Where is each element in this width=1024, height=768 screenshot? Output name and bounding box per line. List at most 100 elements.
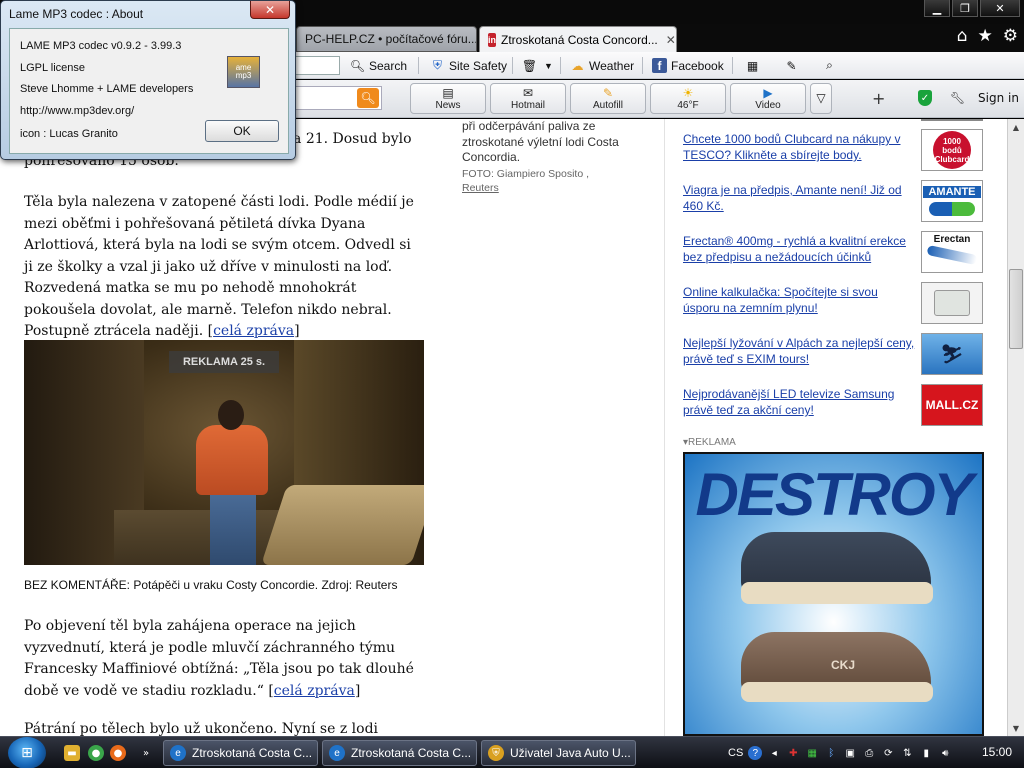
facebook-button[interactable]: f Facebook: [652, 56, 724, 75]
weather-cloud-icon: ☁: [571, 58, 584, 73]
battery-icon[interactable]: ▮: [919, 746, 933, 760]
more-dropdown-button[interactable]: ▽: [810, 83, 832, 114]
antivirus-icon[interactable]: ✚: [786, 746, 800, 760]
ad-link[interactable]: Viagra je na předpis, Amante není! Již o…: [683, 182, 915, 214]
page-scrollbar[interactable]: ▲ ▼: [1007, 119, 1024, 736]
tab-label: Ztroskotaná Costa Concord...: [501, 32, 658, 47]
window-controls: ▁ ❐ ✕: [924, 0, 1020, 17]
screen-capture-icon: ⌕: [826, 58, 833, 72]
weather-button[interactable]: ☁ Weather: [570, 56, 635, 75]
security-shield-icon[interactable]: ✓: [918, 90, 932, 106]
tab-costa-concordia[interactable]: in Ztroskotaná Costa Concord... ✕: [479, 26, 677, 52]
taskbar-item-java[interactable]: ⛨ Uživatel Java Auto U...: [481, 740, 636, 766]
show-more-icon[interactable]: »: [138, 745, 154, 761]
scroll-up-icon[interactable]: ▲: [1008, 119, 1024, 135]
volume-icon[interactable]: 🔊︎: [938, 746, 952, 760]
ad-link[interactable]: Erectan® 400mg - rychlá a kvalitní erekc…: [683, 233, 915, 265]
autofill-icon: ✎: [602, 86, 614, 100]
full-story-link[interactable]: celá zpráva: [274, 683, 355, 699]
advertisement-label: ▾REKLAMA: [683, 437, 736, 448]
folder-icon[interactable]: ▬: [64, 745, 80, 761]
ad-thumbnail[interactable]: [921, 282, 983, 324]
sidebar-divider: [921, 119, 983, 121]
video-frame-person: [196, 425, 268, 495]
home-icon[interactable]: ⌂: [957, 26, 968, 46]
screen-capture-button[interactable]: ⌕: [822, 56, 837, 75]
list-item[interactable]: Chcete 1000 bodů Clubcard na nákupy v TE…: [683, 129, 983, 171]
settings-gear-icon[interactable]: ⚙: [1003, 26, 1018, 46]
ad-link[interactable]: Chcete 1000 bodů Clubcard na nákupy v TE…: [683, 131, 915, 163]
wrench-icon[interactable]: 🔧︎: [950, 91, 965, 105]
sign-in-link[interactable]: Sign in: [978, 91, 1019, 105]
list-item[interactable]: Nejlepší lyžování v Alpách za nejlepší c…: [683, 333, 983, 375]
add-button[interactable]: +: [872, 89, 885, 108]
video-button[interactable]: ▶ Video: [730, 83, 806, 114]
ad-link[interactable]: Online kalkulačka: Spočítejte si svou ús…: [683, 284, 915, 316]
dropdown-arrow-icon: ▼: [544, 60, 553, 71]
close-icon[interactable]: ✕: [980, 0, 1020, 17]
notepad-button[interactable]: ✎: [784, 56, 799, 75]
printer-icon[interactable]: ⎙: [862, 746, 876, 760]
search-button[interactable]: 🔍︎ Search: [350, 56, 407, 75]
taskbar-item-ie-2[interactable]: e Ztroskotaná Costa C...: [322, 740, 477, 766]
chevron-down-icon: ▽: [816, 90, 826, 105]
toolbar-separator: [732, 57, 733, 74]
help-icon[interactable]: ?: [748, 746, 763, 760]
scrollbar-thumb[interactable]: [1009, 269, 1023, 349]
connection-icon[interactable]: ⇅: [900, 746, 914, 760]
scroll-down-icon[interactable]: ▼: [1008, 720, 1024, 736]
trash-dropdown-button[interactable]: 🗑︎ ▼: [522, 56, 556, 75]
maximize-icon[interactable]: ❐: [952, 0, 978, 17]
favorites-star-icon[interactable]: ★: [978, 26, 993, 46]
play-icon: ▶: [763, 86, 773, 100]
firefox-icon[interactable]: ●: [110, 745, 126, 761]
toolbar-go-search-icon[interactable]: 🔍︎: [357, 88, 379, 108]
taskbar-item-ie-1[interactable]: e Ztroskotaná Costa C...: [163, 740, 318, 766]
calculator-button[interactable]: ▦: [745, 56, 760, 75]
ad-thumbnail[interactable]: Erectan: [921, 231, 983, 273]
banner-ad[interactable]: DESTROY CKJ: [683, 452, 984, 736]
full-story-link[interactable]: celá zpráva: [213, 323, 294, 339]
magnifier-icon: 🔍︎: [349, 58, 366, 73]
ad-thumbnail[interactable]: MALL.CZ: [921, 384, 983, 426]
list-item[interactable]: Nejprodávanější LED televize Samsung prá…: [683, 384, 983, 426]
sync-icon[interactable]: ⟳: [881, 746, 895, 760]
ad-thumbnail[interactable]: AMANTE: [921, 180, 983, 222]
photo-credit-source-link[interactable]: Reuters: [462, 182, 499, 194]
hotmail-button[interactable]: ✉ Hotmail: [490, 83, 566, 114]
ad-thumbnail[interactable]: ⛷: [921, 333, 983, 375]
list-item[interactable]: Viagra je na předpis, Amante není! Již o…: [683, 180, 983, 222]
network-icon[interactable]: ▦: [805, 746, 819, 760]
lame-mp3-logo-icon: ame mp3: [227, 56, 260, 88]
list-item[interactable]: Erectan® 400mg - rychlá a kvalitní erekc…: [683, 231, 983, 273]
ad-thumbnail[interactable]: 1000 bodů Clubcard: [921, 129, 983, 171]
facebook-label: Facebook: [671, 58, 724, 73]
news-button[interactable]: ▤ News: [410, 83, 486, 114]
minimize-icon[interactable]: ▁: [924, 0, 950, 17]
list-item[interactable]: Online kalkulačka: Spočítejte si svou ús…: [683, 282, 983, 324]
chrome-icon[interactable]: ●: [88, 745, 104, 761]
website-text: http://www.mp3dev.org/: [20, 105, 135, 117]
video-caption: BEZ KOMENTÁŘE: Potápěči u vraku Costy Co…: [24, 578, 398, 592]
photo-caption: při odčerpávání paliva ze ztroskotané vý…: [462, 119, 619, 164]
autofill-button[interactable]: ✎ Autofill: [570, 83, 646, 114]
tab-label: PC-HELP.CZ • počítačové fóru...: [305, 32, 477, 46]
ok-button[interactable]: OK: [205, 120, 279, 142]
tab-close-icon[interactable]: ✕: [666, 33, 676, 47]
weather-temp-button[interactable]: ☀ 46°F: [650, 83, 726, 114]
windows-start-icon[interactable]: ⊞: [8, 737, 46, 768]
toolbar-search-input[interactable]: [290, 56, 340, 75]
skier-icon: ⛷: [940, 343, 964, 364]
device-icon[interactable]: ▣: [843, 746, 857, 760]
tray-arrow-icon[interactable]: ◂: [767, 746, 781, 760]
tab-pc-help[interactable]: PC-HELP.CZ • počítačové fóru...: [296, 26, 477, 52]
dialog-body: LAME MP3 codec v0.9.2 - 3.99.3 LGPL lice…: [9, 28, 289, 154]
site-safety-button[interactable]: ⛨ Site Safety: [430, 56, 507, 75]
video-player[interactable]: REKLAMA 25 s.: [24, 340, 424, 565]
clock[interactable]: 15:00: [982, 745, 1012, 759]
language-indicator[interactable]: CS: [728, 747, 743, 759]
dialog-close-icon[interactable]: ✕: [250, 1, 290, 19]
ad-link[interactable]: Nejprodávanější LED televize Samsung prá…: [683, 386, 915, 418]
bluetooth-icon[interactable]: ᛒ: [824, 746, 838, 760]
ad-link[interactable]: Nejlepší lyžování v Alpách za nejlepší c…: [683, 335, 915, 367]
